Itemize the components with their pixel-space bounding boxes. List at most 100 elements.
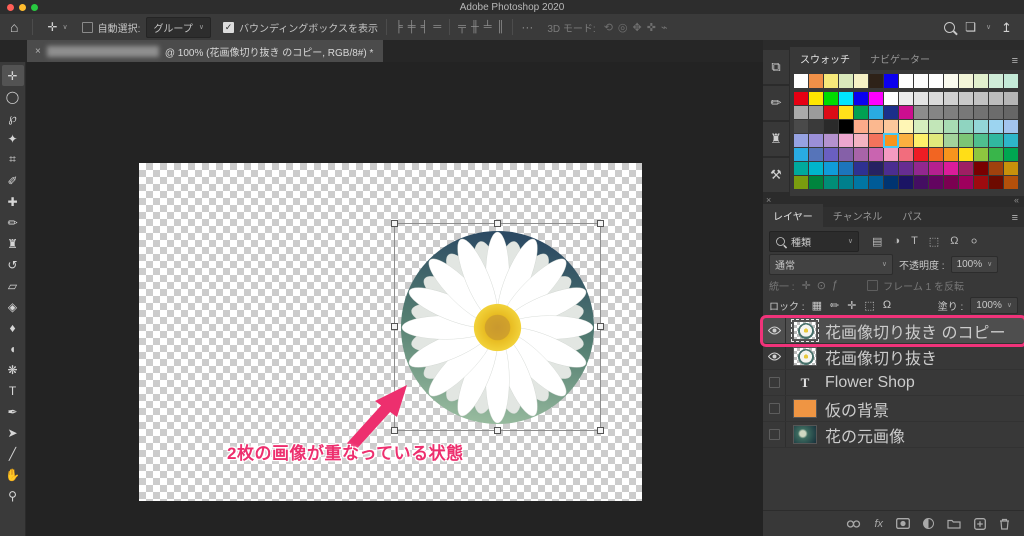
transform-handle[interactable]	[391, 220, 398, 227]
crop-tool[interactable]: ⌗	[2, 149, 24, 170]
lock-icon[interactable]: ▦	[812, 299, 822, 312]
tab-channels[interactable]: チャンネル	[823, 204, 893, 227]
swatch[interactable]	[914, 148, 928, 161]
close-tab-icon[interactable]: ×	[35, 46, 41, 57]
swatch[interactable]	[854, 148, 868, 161]
swatch[interactable]	[1004, 148, 1018, 161]
layer-row[interactable]: 花の元画像	[763, 422, 1024, 448]
swatch[interactable]	[959, 106, 973, 119]
swatch[interactable]	[929, 162, 943, 175]
align-icon[interactable]: ╞	[395, 21, 403, 33]
zoom-tool[interactable]: ⚲	[2, 485, 24, 506]
transform-handle[interactable]	[597, 220, 604, 227]
mode3d-icon[interactable]: ✥	[633, 21, 642, 34]
mode3d-icon[interactable]: ◎	[618, 21, 628, 34]
collapse-panel-icon[interactable]: «	[1014, 195, 1019, 205]
mode3d-icon[interactable]: ⟲	[604, 21, 613, 34]
swatch[interactable]	[974, 106, 988, 119]
layer-thumbnail[interactable]	[791, 319, 819, 342]
filter-adjustment-layers-icon[interactable]: ◑	[893, 235, 900, 248]
tool-preset[interactable]: ✛ ∨	[47, 21, 67, 33]
delete-layer-icon[interactable]	[999, 518, 1010, 530]
swatch[interactable]	[884, 148, 898, 161]
document-canvas[interactable]: 2枚の画像が重なっている状態	[139, 163, 642, 501]
fill-dropdown[interactable]: 100% ∨	[970, 296, 1018, 314]
swatch[interactable]	[809, 148, 823, 161]
distribute-icon[interactable]: ║	[497, 21, 505, 33]
add-mask-icon[interactable]	[896, 518, 910, 529]
swatch[interactable]	[854, 106, 868, 119]
swatch[interactable]	[824, 120, 838, 133]
swatch[interactable]	[989, 134, 1003, 147]
swatch[interactable]	[929, 92, 943, 105]
layer-style-icon[interactable]: fx	[874, 518, 883, 530]
layer-row[interactable]: 花画像切り抜き	[763, 344, 1024, 370]
swatch[interactable]	[869, 106, 883, 119]
swatch[interactable]	[944, 176, 958, 189]
swatch[interactable]	[884, 92, 898, 105]
eraser-tool[interactable]: ▱	[2, 275, 24, 296]
panel-menu-icon[interactable]: ≡	[1006, 209, 1024, 227]
swatch[interactable]	[839, 106, 853, 119]
swatch[interactable]	[914, 162, 928, 175]
layer-visibility-toggle[interactable]	[763, 318, 786, 343]
swatch[interactable]	[854, 74, 868, 88]
tool-presets-panel-icon[interactable]: ⚒	[763, 158, 789, 192]
swatch[interactable]	[1004, 106, 1018, 119]
text-layer-thumbnail[interactable]: T	[793, 373, 817, 392]
link-layers-icon[interactable]	[846, 519, 861, 528]
swatch[interactable]	[869, 162, 883, 175]
hand-tool[interactable]: ✋	[2, 464, 24, 485]
layer-visibility-toggle[interactable]	[763, 396, 786, 421]
align-icon[interactable]: ╪	[408, 21, 416, 33]
swatch[interactable]	[929, 148, 943, 161]
opacity-dropdown[interactable]: 100% ∨	[950, 255, 999, 273]
swatch[interactable]	[914, 176, 928, 189]
filter-shape-layers-icon[interactable]: ⬚	[929, 235, 939, 248]
swatch[interactable]	[989, 148, 1003, 161]
swatch[interactable]	[944, 106, 958, 119]
swatch[interactable]	[839, 176, 853, 189]
transform-handle[interactable]	[493, 220, 501, 227]
transform-handle[interactable]	[597, 427, 604, 434]
distribute-icon[interactable]: ╤	[458, 21, 466, 33]
swatch[interactable]	[824, 92, 838, 105]
swatch[interactable]	[809, 176, 823, 189]
swatch[interactable]	[944, 120, 958, 133]
swatch[interactable]	[824, 176, 838, 189]
swatch[interactable]	[974, 148, 988, 161]
swatch[interactable]	[884, 120, 898, 133]
transform-bounding-box[interactable]	[391, 220, 604, 434]
transform-handle[interactable]	[597, 323, 604, 330]
swatch[interactable]	[869, 120, 883, 133]
layer-visibility-toggle[interactable]	[763, 370, 786, 395]
lock-icon[interactable]: Ω	[883, 299, 891, 312]
align-icon[interactable]: ╡	[421, 21, 429, 33]
photo-layer-thumbnail[interactable]	[793, 425, 817, 444]
path-selection-tool[interactable]: ➤	[2, 422, 24, 443]
distribute-icon[interactable]: ╧	[484, 21, 492, 33]
swatch[interactable]	[974, 74, 988, 88]
auto-select-scope-dropdown[interactable]: グループ ∨	[146, 16, 211, 38]
unify-icon[interactable]: ⊙	[817, 279, 826, 292]
brush-tool[interactable]: ✏	[2, 212, 24, 233]
swatch[interactable]	[884, 74, 898, 88]
swatch[interactable]	[794, 92, 808, 105]
swatch[interactable]	[1004, 134, 1018, 147]
swatch[interactable]	[914, 120, 928, 133]
swatch[interactable]	[959, 74, 973, 88]
swatch[interactable]	[794, 148, 808, 161]
swatch[interactable]	[974, 162, 988, 175]
swatch[interactable]	[869, 74, 883, 88]
swatch[interactable]	[854, 162, 868, 175]
swatch[interactable]	[854, 92, 868, 105]
unify-icon[interactable]: ƒ	[832, 279, 838, 292]
swatch[interactable]	[899, 162, 913, 175]
swatch[interactable]	[929, 74, 943, 88]
swatch[interactable]	[914, 74, 928, 88]
marquee-tool[interactable]: ◯	[2, 86, 24, 107]
tab-layers[interactable]: レイヤー	[763, 204, 823, 227]
filter-pixel-layers-icon[interactable]: ▤	[872, 235, 882, 248]
swatch[interactable]	[824, 74, 838, 88]
swatch[interactable]	[1004, 74, 1018, 88]
